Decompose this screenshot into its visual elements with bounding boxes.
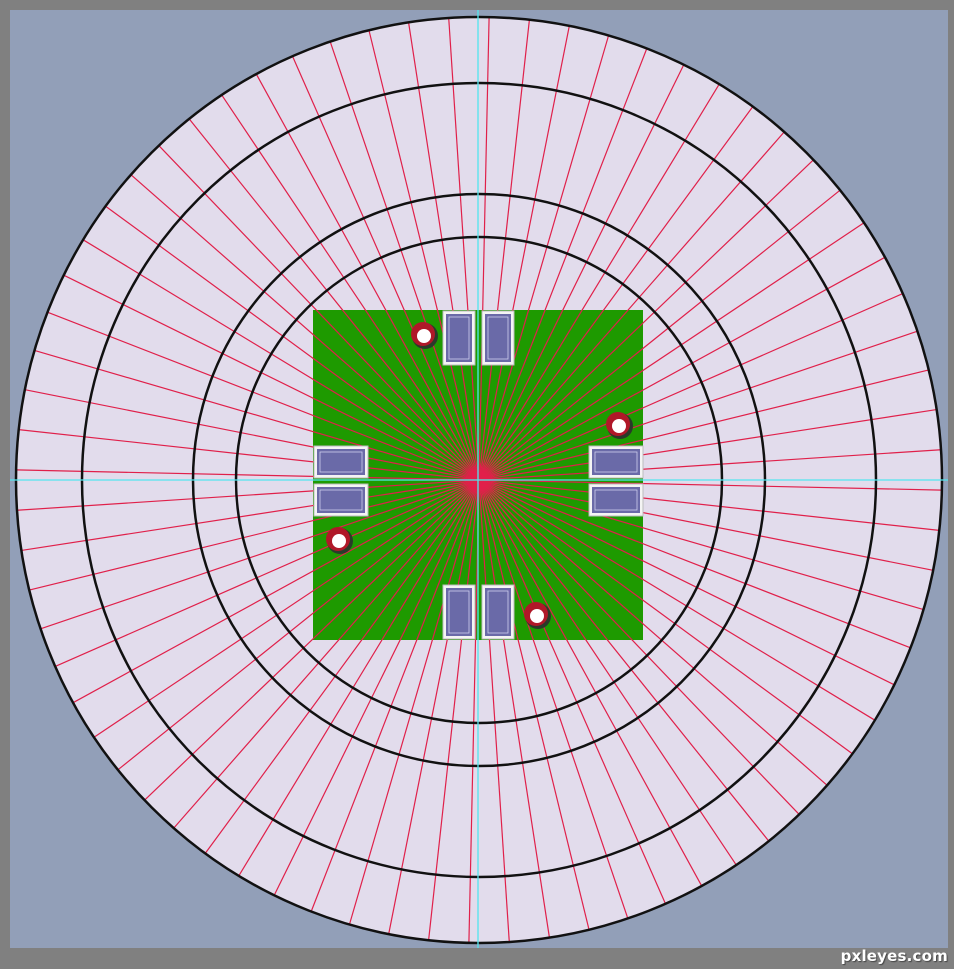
- chip-center: [332, 534, 346, 548]
- card-back: [317, 449, 365, 475]
- playing-card: [442, 584, 476, 640]
- card-back: [485, 314, 511, 362]
- table-artwork: [10, 10, 948, 948]
- card-back: [446, 314, 472, 362]
- playing-card: [588, 483, 644, 517]
- card-back: [592, 449, 640, 475]
- card-back: [592, 487, 640, 513]
- playing-card: [481, 584, 515, 640]
- playing-card: [442, 310, 476, 366]
- card-back: [485, 588, 511, 636]
- playing-card: [313, 483, 369, 517]
- card-back: [317, 487, 365, 513]
- chip-center: [530, 609, 544, 623]
- playing-card: [481, 310, 515, 366]
- chip-center: [417, 329, 431, 343]
- artwork-canvas: [10, 10, 948, 948]
- chip-center: [612, 419, 626, 433]
- playing-card: [588, 445, 644, 479]
- playing-card: [313, 445, 369, 479]
- watermark-text: pxleyes.com: [840, 947, 948, 965]
- card-back: [446, 588, 472, 636]
